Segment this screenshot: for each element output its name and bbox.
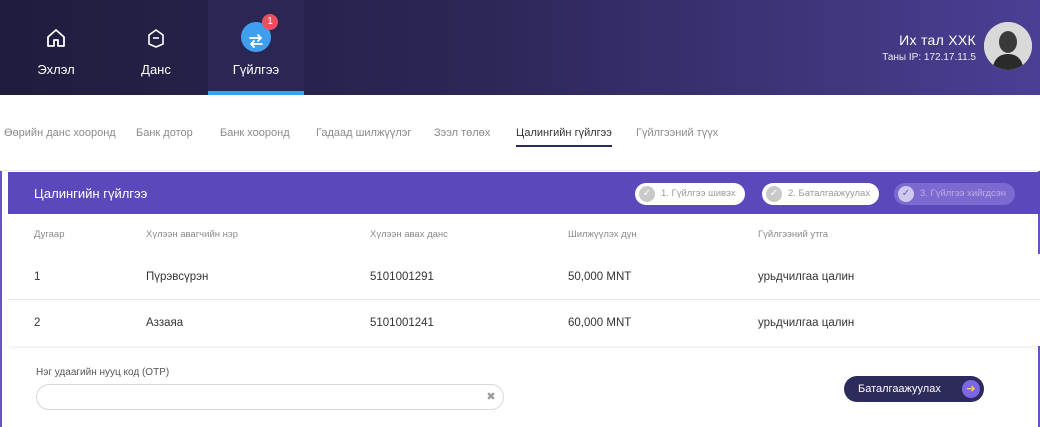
user-info: Их тал ХХК Таны IP: 172.17.11.5 (882, 32, 976, 63)
user-ip: Таны IP: 172.17.11.5 (882, 52, 976, 63)
nav-label-transactions: Гүйлгээ (232, 62, 280, 77)
check-icon: ✓ (639, 186, 655, 202)
tab-transaction-history[interactable]: Гүйлгээний түүх (636, 127, 718, 139)
table-row: 2 Аззаяа 5101001241 60,000 MNT урьдчилга… (8, 300, 1040, 346)
cell-recipient-account: 5101001241 (370, 317, 434, 329)
step-2-label: 2. Баталгаажуулах (788, 188, 871, 199)
nav-label-home: Эхлэл (37, 62, 75, 77)
notification-badge: 1 (262, 14, 278, 30)
cell-number: 2 (34, 317, 41, 329)
cell-amount: 60,000 MNT (568, 317, 632, 329)
step-3-label: 3. Гүйлгээ хийгдсэн (920, 188, 1007, 199)
col-amount: Шилжүүлэх дүн (568, 229, 637, 240)
arrow-right-icon: ➜ (962, 380, 980, 398)
step-1-label: 1. Гүйлгээ шивэх (661, 188, 736, 199)
panel-title: Цалингийн гүйлгээ (34, 186, 148, 201)
check-icon: ✓ (766, 186, 782, 202)
cell-recipient-name: Аззаяа (146, 317, 184, 329)
cell-amount: 50,000 MNT (568, 271, 632, 283)
confirm-button-label: Баталгаажуулах (858, 383, 941, 395)
cell-description: урьдчилгаа цалин (758, 271, 855, 283)
nav-item-accounts[interactable]: Данс (108, 0, 204, 95)
tab-intra-bank[interactable]: Банк дотор (136, 127, 193, 139)
nav-label-accounts: Данс (141, 62, 171, 77)
cell-number: 1 (34, 271, 41, 283)
user-avatar-icon (984, 22, 1032, 70)
avatar[interactable] (984, 22, 1032, 70)
step-1-enter: ✓ 1. Гүйлгээ шивэх (635, 183, 745, 205)
col-description: Гүйлгээний утга (758, 229, 829, 240)
cell-recipient-account: 5101001291 (370, 271, 434, 283)
tab-loan-payment[interactable]: Зээл төлөх (434, 127, 490, 139)
col-recipient-name: Хүлээн авагчийн нэр (146, 229, 239, 240)
clear-icon[interactable]: ✖ (485, 391, 497, 403)
wallet-icon (148, 29, 164, 48)
table-row: 1 Пүрэвсүрэн 5101001291 50,000 MNT урьдч… (8, 254, 1040, 300)
cell-recipient-name: Пүрэвсүрэн (146, 271, 209, 283)
step-2-confirm: ✓ 2. Баталгаажуулах (762, 183, 880, 205)
tab-inter-bank[interactable]: Банк хооронд (220, 127, 290, 139)
tab-salary-transfer[interactable]: Цалингийн гүйлгээ (516, 127, 612, 147)
cell-description: урьдчилгаа цалин (758, 317, 855, 329)
nav-item-home[interactable]: Эхлэл (8, 0, 104, 95)
salary-transfer-header: Цалингийн гүйлгээ ✓ 1. Гүйлгээ шивэх ✓ 2… (8, 172, 1040, 214)
col-recipient-account: Хүлээн авах данс (370, 229, 448, 240)
tab-salary-transfer-label: Цалингийн гүйлгээ (516, 127, 612, 139)
nav-item-transactions[interactable]: 1 Гүйлгээ (208, 0, 304, 95)
tab-foreign-transfer[interactable]: Гадаад шилжүүлэг (316, 127, 411, 139)
step-3-completed: ✓ 3. Гүйлгээ хийгдсэн (894, 183, 1016, 205)
home-icon (47, 29, 65, 47)
top-navigation-bar: Эхлэл Данс 1 Гүйлгээ Их тал ХХК Таны IP:… (0, 0, 1040, 95)
transaction-type-tabs: Өөрийн данс хооронд Банк дотор Банк хоор… (0, 95, 1040, 171)
check-icon: ✓ (898, 186, 914, 202)
table-header: Дугаар Хүлээн авагчийн нэр Хүлээн авах д… (8, 214, 1040, 254)
col-number: Дугаар (34, 229, 65, 240)
tab-own-accounts[interactable]: Өөрийн данс хооронд (4, 127, 116, 139)
otp-input[interactable] (36, 384, 504, 410)
otp-label: Нэг удаагийн нууц код (OTP) (36, 367, 170, 378)
user-name: Их тал ХХК (899, 32, 976, 48)
transfer-icon (249, 34, 263, 48)
tab-active-underline (516, 145, 612, 147)
confirm-button[interactable]: Баталгаажуулах ➜ (844, 376, 984, 402)
